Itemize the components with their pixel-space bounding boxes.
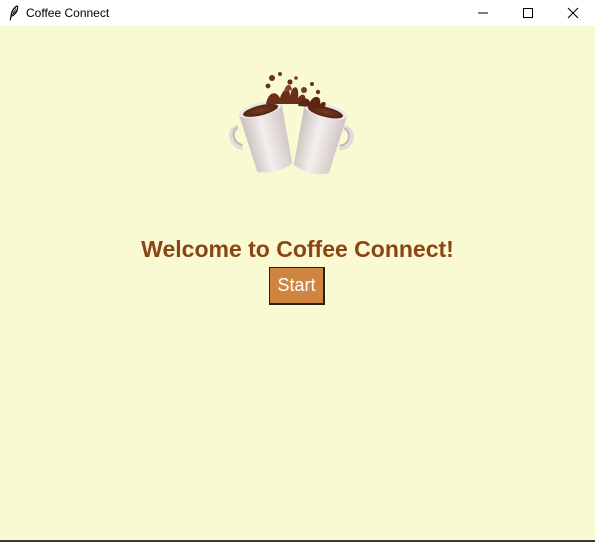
window-controls <box>460 0 595 26</box>
window-title: Coffee Connect <box>26 6 110 20</box>
close-button[interactable] <box>550 0 595 26</box>
welcome-heading: Welcome to Coffee Connect! <box>141 236 454 262</box>
start-button[interactable]: Start <box>269 267 325 305</box>
app-window: Coffee Connect Welcome to Coffee Connect… <box>0 0 595 542</box>
main-content: Welcome to Coffee Connect! Start <box>0 26 595 542</box>
close-icon <box>567 7 578 19</box>
maximize-button[interactable] <box>505 0 550 26</box>
maximize-icon <box>522 8 533 18</box>
coffee-mugs-cheers-icon <box>229 72 354 175</box>
minimize-button[interactable] <box>460 0 505 26</box>
title-bar[interactable]: Coffee Connect <box>0 0 595 26</box>
feather-icon <box>7 5 21 21</box>
minimize-icon <box>477 12 488 14</box>
